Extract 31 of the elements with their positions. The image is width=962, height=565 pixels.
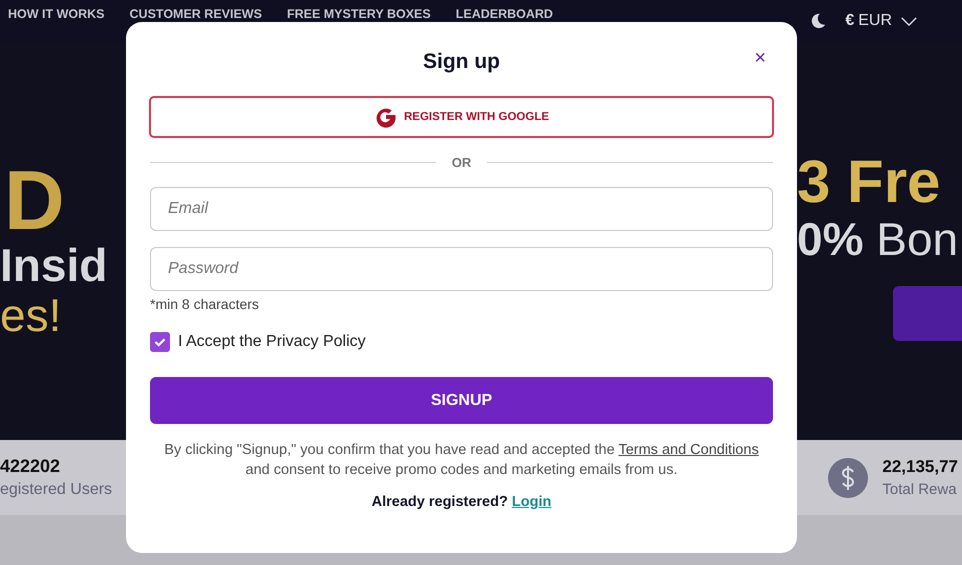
nav-link[interactable]: LEADERBOARD <box>456 8 553 21</box>
close-button[interactable]: × <box>754 48 766 68</box>
terms-text: By clicking "Signup," you confirm that you have read and accepted the Terms and Conditions and consent to receive promo codes and marketing emails from us. <box>163 441 760 480</box>
divider-label: OR <box>452 155 472 170</box>
moon-icon[interactable] <box>809 12 828 30</box>
nav-link[interactable]: CUSTOMER REVIEWS <box>130 8 262 21</box>
hero-text: D <box>4 160 65 240</box>
chevron-down-icon <box>900 16 918 26</box>
signup-button[interactable]: SIGNUP <box>150 377 773 424</box>
password-field[interactable]: Password <box>150 247 773 291</box>
checkbox[interactable] <box>150 332 170 352</box>
nav-link[interactable]: HOW IT WORKS <box>8 8 105 21</box>
hero-text: es! <box>0 290 62 340</box>
login-link[interactable]: Login <box>512 494 552 510</box>
hero-text: 0% Bon <box>797 214 958 264</box>
email-field[interactable]: Email <box>150 187 773 231</box>
stat-value: 22,135,77 <box>882 457 958 477</box>
terms-link[interactable]: Terms and Conditions <box>618 442 759 458</box>
stat-value: 422202 <box>0 456 62 477</box>
stat-label: egistered Users <box>0 481 112 499</box>
checkbox-label: I Accept the Privacy Policy <box>178 333 366 351</box>
hero-text: Insid <box>0 240 108 290</box>
currency-selector[interactable]: € EUR <box>845 12 918 30</box>
dialog-title: Sign up <box>423 50 500 75</box>
hero-text: 3 Fre <box>797 150 940 214</box>
login-prompt: Already registered? <box>372 494 508 510</box>
google-register-button[interactable]: REGISTER WITH GOOGLE <box>149 96 774 138</box>
stat-label: Total Rewa <box>882 481 958 498</box>
nav-link[interactable]: FREE MYSTERY BOXES <box>286 8 431 21</box>
password-hint: *min 8 characters <box>150 296 260 312</box>
dollar-icon <box>828 458 868 498</box>
